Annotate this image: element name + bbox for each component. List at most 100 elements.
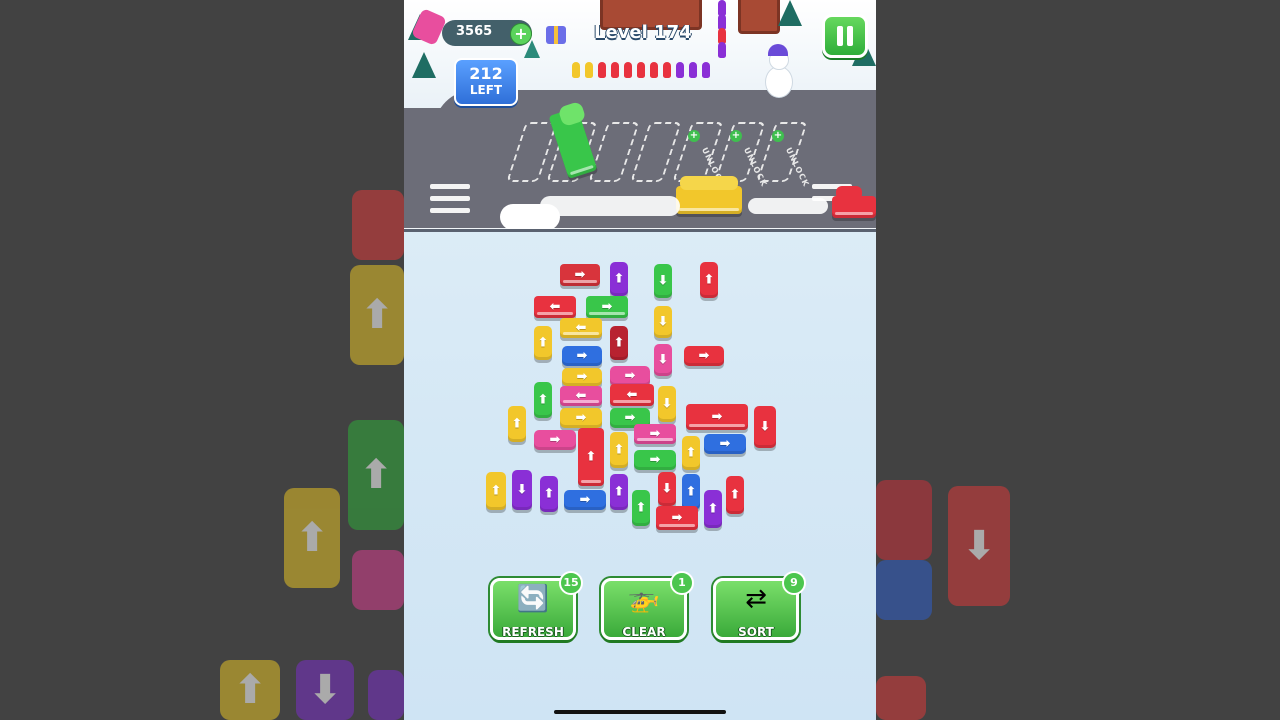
- blurred-vehicle: ⬆: [348, 420, 404, 530]
- passenger: [650, 62, 658, 78]
- car-blue-right[interactable]: ➡: [704, 434, 746, 454]
- car-purple-down[interactable]: ⬇: [512, 470, 532, 510]
- snow-dust: [540, 196, 680, 216]
- refresh-count-badge: 15: [559, 571, 583, 595]
- passenger: [702, 62, 710, 78]
- car-purple-up[interactable]: ⬆: [610, 474, 628, 510]
- car-yellow-right[interactable]: ➡: [560, 408, 602, 428]
- passenger: [585, 62, 593, 78]
- car-green-up[interactable]: ⬆: [632, 490, 650, 526]
- passenger: [718, 42, 726, 58]
- crosswalk: [430, 184, 470, 189]
- home-indicator[interactable]: [554, 710, 726, 714]
- bus-yellow-left[interactable]: ⬅: [560, 318, 602, 338]
- refresh-button[interactable]: 🔄 REFRESH 15: [490, 571, 583, 640]
- clear-label: CLEAR: [622, 625, 666, 639]
- car-blue-up[interactable]: ⬆: [682, 474, 700, 510]
- passengers-group: [680, 176, 738, 190]
- blurred-vehicle: [352, 550, 404, 610]
- car-red-up[interactable]: ⬆: [726, 476, 744, 514]
- game-screen: + + + UNLOCK UNLOCK UNLOCK 3565 + Level …: [404, 0, 876, 720]
- car-pink-right[interactable]: ➡: [534, 430, 576, 450]
- car-red-down[interactable]: ⬇: [658, 472, 676, 506]
- bus-pink-right[interactable]: ➡: [634, 424, 676, 444]
- blurred-vehicle: [368, 670, 404, 720]
- snowman: [760, 44, 794, 102]
- unlock-plus-icon[interactable]: +: [772, 130, 784, 142]
- car-purple-up[interactable]: ⬆: [540, 476, 558, 512]
- sort-count-badge: 9: [782, 571, 806, 595]
- car-purple-up[interactable]: ⬆: [704, 490, 722, 528]
- car-red-down[interactable]: ⬇: [754, 406, 776, 448]
- bus-station-scene: + + + UNLOCK UNLOCK UNLOCK 3565 + Level …: [404, 0, 876, 230]
- remaining-count: 212: [469, 64, 503, 83]
- snow-dust: [748, 198, 828, 214]
- coin-count: 3565: [456, 24, 493, 39]
- car-green-down[interactable]: ⬇: [654, 264, 672, 298]
- car-blue-right[interactable]: ➡: [562, 346, 602, 366]
- refresh-label: REFRESH: [502, 625, 564, 639]
- sort-passenger-icon: ⇄: [745, 584, 767, 614]
- car-red-right[interactable]: ➡: [684, 346, 724, 366]
- blurred-vehicle: [876, 480, 932, 560]
- blurred-vehicle: ⬆: [350, 265, 404, 365]
- right-blur-backdrop: ⬇: [876, 0, 1280, 720]
- car-yellow-up[interactable]: ⬆: [534, 326, 552, 360]
- passenger: [624, 62, 632, 78]
- clear-count-badge: 1: [670, 571, 694, 595]
- blurred-vehicle: [876, 676, 926, 720]
- remaining-counter: 212 LEFT: [454, 58, 518, 106]
- car-yellow-up[interactable]: ⬆: [610, 432, 628, 468]
- bus-red-left[interactable]: ⬅: [610, 384, 654, 406]
- left-blur-backdrop: ⬆ ⬆ ⬆ ⬆ ⬇: [0, 0, 404, 720]
- blurred-vehicle: ⬆: [284, 488, 340, 588]
- blurred-vehicle: [876, 560, 932, 620]
- blurred-vehicle: ⬆: [220, 660, 280, 720]
- crosswalk: [430, 208, 470, 213]
- car-darkred-up[interactable]: ⬆: [610, 326, 628, 360]
- car-red-up[interactable]: ⬆: [700, 262, 718, 298]
- car-blue-right[interactable]: ➡: [564, 490, 606, 510]
- car-yellow-down[interactable]: ⬇: [658, 386, 676, 422]
- passenger: [598, 62, 606, 78]
- car-yellow-up[interactable]: ⬆: [486, 472, 506, 510]
- passenger: [637, 62, 645, 78]
- bus-red-up[interactable]: ⬆: [578, 428, 604, 486]
- add-coins-button[interactable]: +: [510, 23, 532, 45]
- car-purple-up[interactable]: ⬆: [610, 262, 628, 296]
- car-pink-down[interactable]: ⬇: [654, 344, 672, 376]
- house: [738, 0, 780, 34]
- passengers-group: [836, 186, 862, 200]
- bus-red-right[interactable]: ➡: [560, 264, 600, 286]
- passenger: [676, 62, 684, 78]
- crosswalk: [430, 196, 470, 201]
- gift-icon[interactable]: [546, 26, 566, 44]
- car-pink-right[interactable]: ➡: [610, 366, 650, 386]
- bus-green-right[interactable]: ➡: [586, 296, 628, 318]
- car-yellow-down[interactable]: ⬇: [654, 306, 672, 338]
- unlock-plus-icon[interactable]: +: [730, 130, 742, 142]
- car-yellow-up[interactable]: ⬆: [682, 436, 700, 470]
- passenger: [689, 62, 697, 78]
- car-green-right[interactable]: ➡: [634, 450, 676, 470]
- passenger: [663, 62, 671, 78]
- sort-button[interactable]: ⇄ SORT 9: [713, 571, 806, 640]
- tree-icon: [778, 0, 802, 26]
- blurred-vehicle: ⬇: [948, 486, 1010, 606]
- bus-red-right[interactable]: ➡: [686, 404, 748, 430]
- clear-button[interactable]: 🚁 CLEAR 1: [601, 571, 694, 640]
- passenger: [611, 62, 619, 78]
- blurred-vehicle: ⬇: [296, 660, 354, 720]
- car-green-up[interactable]: ⬆: [534, 382, 552, 418]
- bus-red-right[interactable]: ➡: [656, 506, 698, 530]
- unlock-plus-icon[interactable]: +: [688, 130, 700, 142]
- passenger: [572, 62, 580, 78]
- loading-bus-yellow: [676, 186, 742, 214]
- car-yellow-up[interactable]: ⬆: [508, 406, 526, 442]
- car-yellow-right[interactable]: ➡: [562, 368, 602, 386]
- pause-button[interactable]: [822, 14, 868, 58]
- bus-red-left[interactable]: ⬅: [534, 296, 576, 318]
- snow-dust: [500, 204, 560, 230]
- bus-pink-left[interactable]: ⬅: [560, 386, 602, 406]
- refresh-car-icon: 🔄: [516, 584, 550, 614]
